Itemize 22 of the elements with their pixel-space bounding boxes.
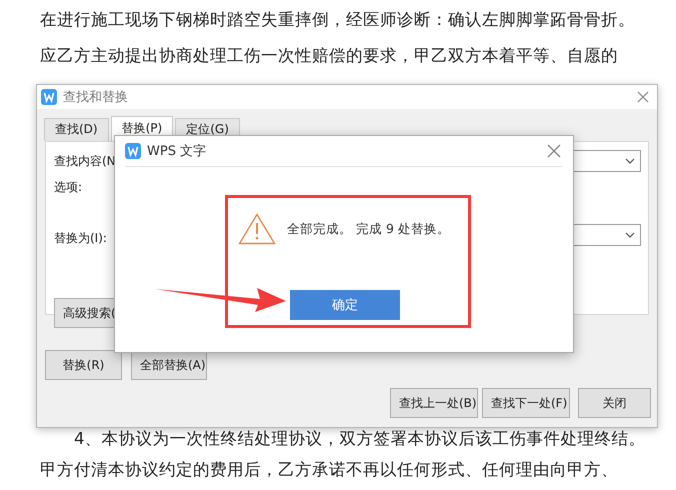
- replace-all-button[interactable]: 全部替换(A): [131, 350, 207, 380]
- warning-icon: [238, 213, 276, 245]
- document-text: 在进行施工现场下钢梯时踏空失重摔倒，经医师诊断：确认左脚脚掌跖骨骨折。: [40, 9, 636, 31]
- document-text: 4、本协议为一次性终结处理协议，双方签署本协议后该工伤事件处理终结。: [73, 428, 646, 450]
- chevron-down-icon: [625, 158, 635, 164]
- ok-button[interactable]: 确定: [290, 290, 400, 320]
- chevron-down-icon: [625, 232, 635, 238]
- close-icon[interactable]: [547, 144, 561, 158]
- window-title: WPS 文字: [147, 143, 206, 160]
- message-text: 全部完成。 完成 9 处替换。: [287, 221, 450, 238]
- find-previous-button[interactable]: 查找上一处(B): [390, 388, 478, 418]
- find-next-button[interactable]: 查找下一处(F): [482, 388, 570, 418]
- replace-label: 替换为(I):: [54, 230, 107, 247]
- document-text: 应乙方主动提出协商处理工伤一次性赔偿的要求，甲乙双方本着平等、自愿的: [40, 45, 619, 67]
- tab[interactable]: 查找(D): [44, 118, 109, 141]
- document-text: 甲方付清本协议约定的费用后，乙方承诺不再以任何形式、任何理由向甲方、: [40, 459, 619, 481]
- replace-button[interactable]: 替换(R): [45, 350, 122, 380]
- close-icon[interactable]: [637, 91, 649, 103]
- options-label: 选项:: [54, 179, 82, 196]
- close-button[interactable]: 关闭: [578, 388, 651, 418]
- app-logo-icon: [41, 89, 57, 105]
- window-title: 查找和替换: [63, 89, 128, 106]
